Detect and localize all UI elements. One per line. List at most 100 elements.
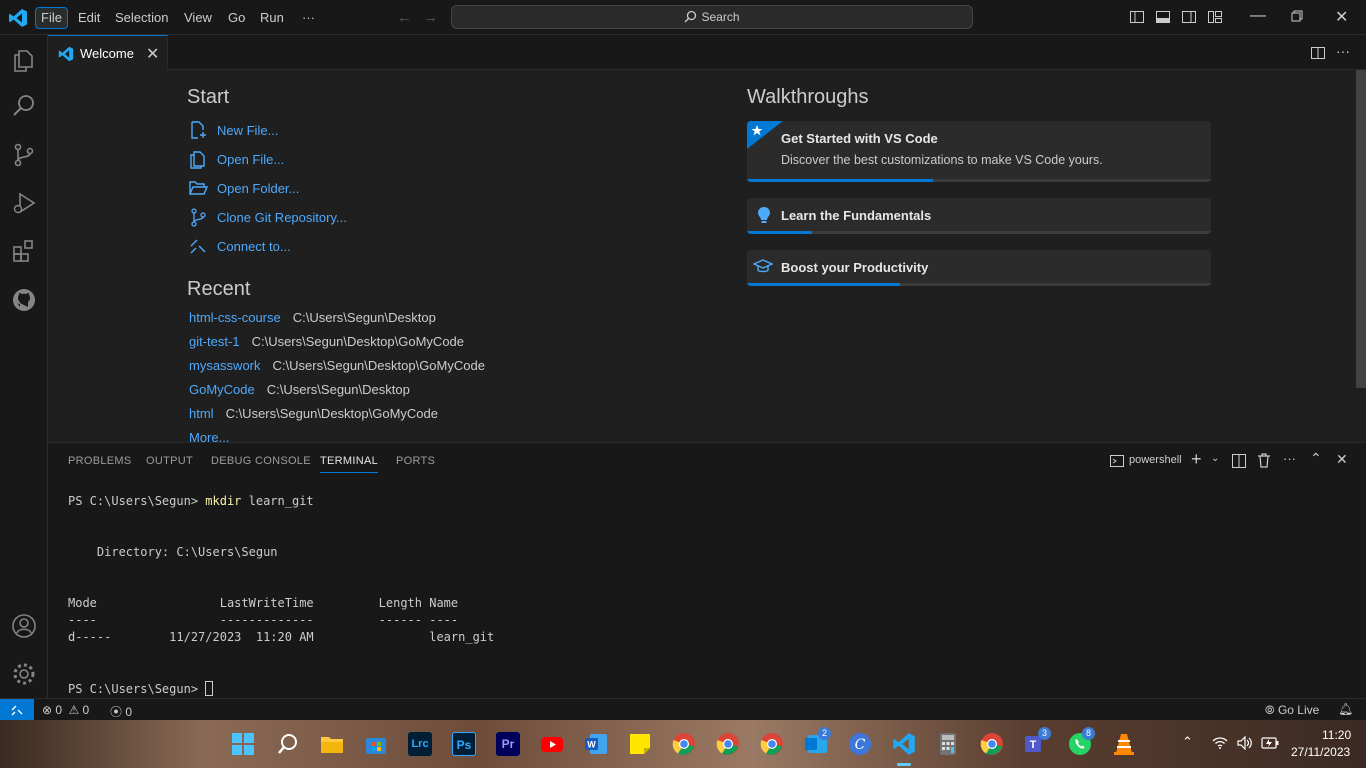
walkthrough-progress xyxy=(747,283,901,286)
source-control-icon[interactable] xyxy=(11,142,37,168)
canva-icon[interactable]: C xyxy=(848,732,872,756)
go-live-broadcast-icon: ⦾ xyxy=(1265,703,1275,717)
menu-go[interactable]: Go xyxy=(223,7,250,29)
restore-icon[interactable] xyxy=(1290,9,1304,23)
wifi-icon[interactable] xyxy=(1212,737,1228,749)
recent-path: C:\Users\Segun\Desktop\GoMyCode xyxy=(272,358,485,373)
toggle-primary-sidebar-icon[interactable] xyxy=(1129,9,1145,25)
word-icon[interactable]: W xyxy=(584,732,608,756)
battery-charging-icon[interactable] xyxy=(1261,737,1279,749)
extensions-icon[interactable] xyxy=(11,238,37,264)
recent-item[interactable]: mysasswork C:\Users\Segun\Desktop\GoMyCod… xyxy=(189,358,485,373)
volume-icon[interactable] xyxy=(1237,736,1253,750)
notification-badge: 8 xyxy=(1082,727,1095,740)
calculator-icon[interactable] xyxy=(936,732,960,756)
walkthrough-fundamentals[interactable]: Learn the Fundamentals xyxy=(747,198,1211,234)
sticky-notes-icon[interactable] xyxy=(628,732,652,756)
recent-link[interactable]: git-test-1 xyxy=(189,334,240,349)
microsoft-store-icon[interactable] xyxy=(364,732,388,756)
connect-link[interactable]: Connect to... xyxy=(217,239,291,254)
tab-problems[interactable]: PROBLEMS xyxy=(68,455,132,467)
notifications-bell-icon[interactable]: 🔔︎ xyxy=(1338,702,1353,716)
editor-more-actions-icon[interactable]: ··· xyxy=(1336,43,1350,59)
menu-file[interactable]: File xyxy=(35,7,68,29)
terminal-shell-label[interactable]: powershell xyxy=(1129,454,1182,466)
problems-status[interactable]: ⊗ 0 ⚠ 0 xyxy=(42,703,89,717)
split-terminal-icon[interactable] xyxy=(1232,454,1246,468)
explorer-icon[interactable] xyxy=(11,47,37,73)
photoshop-icon[interactable]: Ps xyxy=(452,732,476,756)
accounts-icon[interactable] xyxy=(11,613,37,639)
terminal-line: PS C:\Users\Segun> mkdir learn_git xyxy=(68,494,314,508)
command-center-search[interactable]: Search xyxy=(451,5,973,29)
editor-scrollbar[interactable] xyxy=(1356,70,1366,388)
new-file-link[interactable]: New File... xyxy=(217,123,278,138)
vscode-logo-icon xyxy=(9,9,27,27)
recent-link[interactable]: html xyxy=(189,406,214,421)
menu-edit[interactable]: Edit xyxy=(73,7,105,29)
clock-time[interactable]: 11:20 xyxy=(1322,728,1351,742)
vlc-icon[interactable] xyxy=(1112,732,1136,756)
tab-welcome[interactable]: Welcome ✕ xyxy=(48,35,168,70)
tab-output[interactable]: OUTPUT xyxy=(146,455,193,467)
tab-ports[interactable]: PORTS xyxy=(396,455,435,467)
go-live-button[interactable]: ⦾ Go Live xyxy=(1265,703,1319,718)
forward-arrow-icon[interactable]: → xyxy=(423,9,438,26)
walkthrough-get-started[interactable]: Get Started with VS Code Discover the be… xyxy=(747,121,1211,182)
maximize-panel-icon[interactable]: ⌃ xyxy=(1310,450,1322,467)
customize-layout-icon[interactable] xyxy=(1207,9,1223,25)
clock-date[interactable]: 27/11/2023 xyxy=(1291,745,1350,759)
recent-item[interactable]: git-test-1 C:\Users\Segun\Desktop\GoMyCod… xyxy=(189,334,464,349)
vscode-taskbar-icon[interactable] xyxy=(892,732,916,756)
walkthrough-productivity[interactable]: Boost your Productivity xyxy=(747,250,1211,286)
open-file-link[interactable]: Open File... xyxy=(217,152,284,167)
toggle-panel-icon[interactable] xyxy=(1155,9,1171,25)
kill-terminal-trash-icon[interactable] xyxy=(1257,453,1271,468)
file-explorer-icon[interactable] xyxy=(320,732,344,756)
split-editor-icon[interactable] xyxy=(1310,45,1326,61)
menu-run[interactable]: Run xyxy=(255,7,289,29)
recent-path: C:\Users\Segun\Desktop\GoMyCode xyxy=(225,406,438,421)
remote-indicator[interactable] xyxy=(0,699,34,721)
recent-link[interactable]: GoMyCode xyxy=(189,382,255,397)
recent-item[interactable]: html-css-course C:\Users\Segun\Desktop xyxy=(189,310,436,325)
terminal-dropdown-chevron-icon[interactable]: ⌄ xyxy=(1211,453,1219,464)
panel-more-actions-icon[interactable]: ··· xyxy=(1283,451,1296,466)
run-debug-icon[interactable] xyxy=(11,190,37,216)
close-panel-icon[interactable]: ✕ xyxy=(1336,451,1348,468)
taskbar-search-icon[interactable] xyxy=(276,732,300,756)
close-window-icon[interactable]: ✕ xyxy=(1335,7,1348,27)
github-icon[interactable] xyxy=(11,287,37,313)
back-arrow-icon[interactable]: ← xyxy=(397,9,412,26)
chrome-icon[interactable] xyxy=(980,732,1004,756)
search-sidebar-icon[interactable] xyxy=(11,93,37,119)
chrome-icon[interactable] xyxy=(716,732,740,756)
lightroom-icon[interactable]: Lrc xyxy=(408,732,432,756)
terminal-prompt[interactable]: PS C:\Users\Segun> xyxy=(68,681,214,696)
tab-debug-console[interactable]: DEBUG CONSOLE xyxy=(211,455,311,467)
activity-bar xyxy=(0,35,48,698)
ports-status[interactable]: ⦿ 0 xyxy=(110,703,132,720)
menu-more[interactable]: ··· xyxy=(297,7,320,29)
chrome-icon[interactable] xyxy=(760,732,784,756)
chrome-icon[interactable] xyxy=(672,732,696,756)
recent-item[interactable]: html C:\Users\Segun\Desktop\GoMyCode xyxy=(189,406,438,421)
minimize-icon[interactable]: — xyxy=(1250,7,1266,25)
recent-link[interactable]: html-css-course xyxy=(189,310,281,325)
menu-view[interactable]: View xyxy=(179,7,217,29)
recent-link[interactable]: mysasswork xyxy=(189,358,261,373)
tray-overflow-chevron-icon[interactable]: ⌃ xyxy=(1182,734,1193,750)
toggle-secondary-sidebar-icon[interactable] xyxy=(1181,9,1197,25)
open-folder-link[interactable]: Open Folder... xyxy=(217,181,299,196)
new-terminal-plus-icon[interactable]: + xyxy=(1191,449,1202,470)
menu-selection[interactable]: Selection xyxy=(110,7,173,29)
tab-terminal[interactable]: TERMINAL xyxy=(320,455,379,473)
recent-item[interactable]: GoMyCode C:\Users\Segun\Desktop xyxy=(189,382,410,397)
manage-gear-icon[interactable] xyxy=(11,661,37,687)
remote-connect-icon xyxy=(190,239,206,254)
windows-start-icon[interactable] xyxy=(231,732,255,756)
tab-close-icon[interactable]: ✕ xyxy=(146,44,159,64)
premiere-icon[interactable]: Pr xyxy=(496,732,520,756)
clone-git-link[interactable]: Clone Git Repository... xyxy=(217,210,347,225)
youtube-icon[interactable] xyxy=(540,732,564,756)
